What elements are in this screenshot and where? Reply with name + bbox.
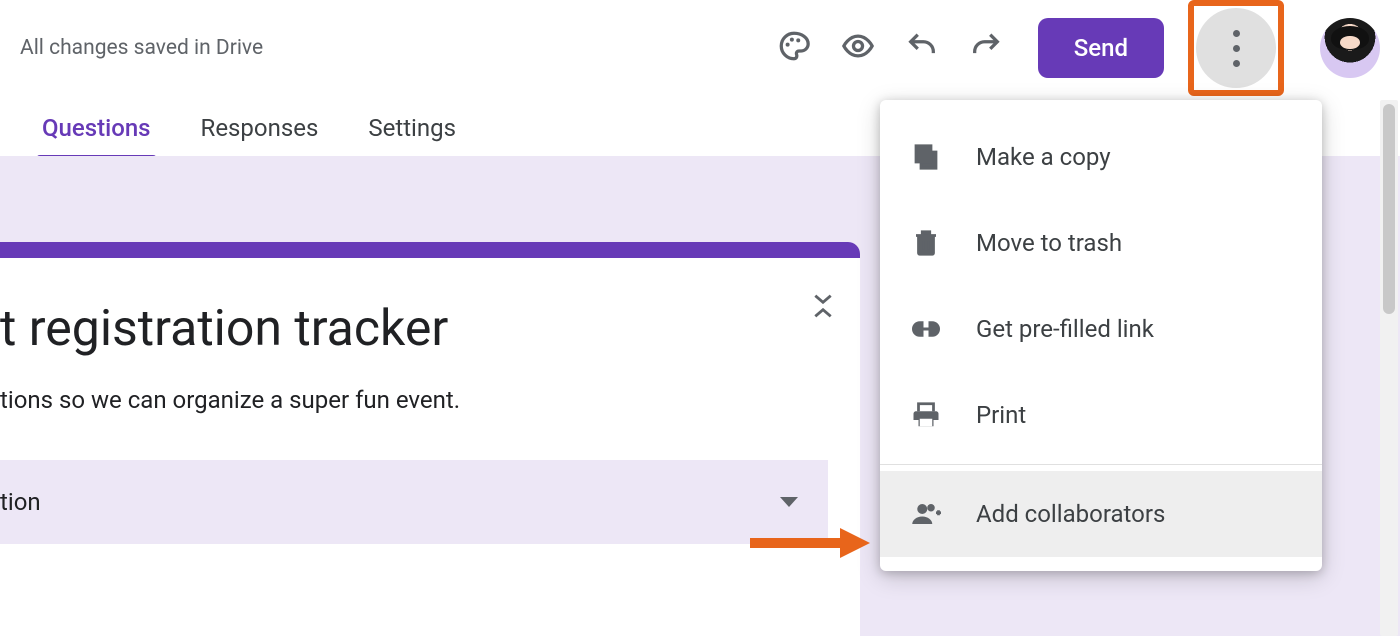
undo-icon [905,29,939,67]
form-description[interactable]: tions so we can organize a super fun eve… [0,386,828,414]
annotation-highlight-box [1188,0,1284,96]
vertical-scrollbar[interactable] [1380,100,1398,636]
customize-theme-button[interactable] [766,20,822,76]
eye-icon [841,29,875,67]
undo-button[interactable] [894,20,950,76]
save-status-text: All changes saved in Drive [20,36,263,60]
redo-button[interactable] [958,20,1014,76]
redo-icon [969,29,1003,67]
editor-toolbar: All changes saved in Drive Send [0,0,1400,96]
tab-settings[interactable]: Settings [368,114,456,156]
send-button[interactable]: Send [1038,18,1164,78]
form-header-card[interactable]: t registration tracker tions so we can o… [0,242,860,636]
form-title[interactable]: t registration tracker [0,300,828,358]
more-options-button[interactable] [1196,8,1276,88]
menu-item-label: Add collaborators [976,500,1165,528]
menu-item-print[interactable]: Print [880,372,1322,458]
menu-item-label: Make a copy [976,143,1111,171]
menu-item-copy[interactable]: Make a copy [880,114,1322,200]
account-avatar[interactable] [1320,18,1380,78]
menu-item-label: Print [976,401,1026,429]
collapse-toggle[interactable] [812,292,834,320]
send-button-label: Send [1074,34,1128,62]
link-icon [910,314,942,344]
people-add-icon [910,499,942,529]
trash-icon [910,228,942,258]
preview-button[interactable] [830,20,886,76]
copy-icon [910,142,942,172]
annotation-arrow [750,528,870,556]
question-row[interactable]: tion [0,460,828,544]
tab-responses[interactable]: Responses [201,114,319,156]
question-label: tion [0,488,41,516]
more-options-menu: Make a copy Move to trash Get pre-filled… [880,100,1322,571]
print-icon [910,400,942,430]
dropdown-caret-icon [780,497,798,507]
menu-item-trash[interactable]: Move to trash [880,200,1322,286]
tab-questions[interactable]: Questions [42,114,151,156]
menu-separator [880,464,1322,465]
vertical-dots-icon [1233,30,1240,67]
palette-icon [777,29,811,67]
menu-item-label: Get pre-filled link [976,315,1154,343]
menu-item-collab[interactable]: Add collaborators [880,471,1322,557]
menu-item-label: Move to trash [976,229,1122,257]
menu-item-prefilled[interactable]: Get pre-filled link [880,286,1322,372]
